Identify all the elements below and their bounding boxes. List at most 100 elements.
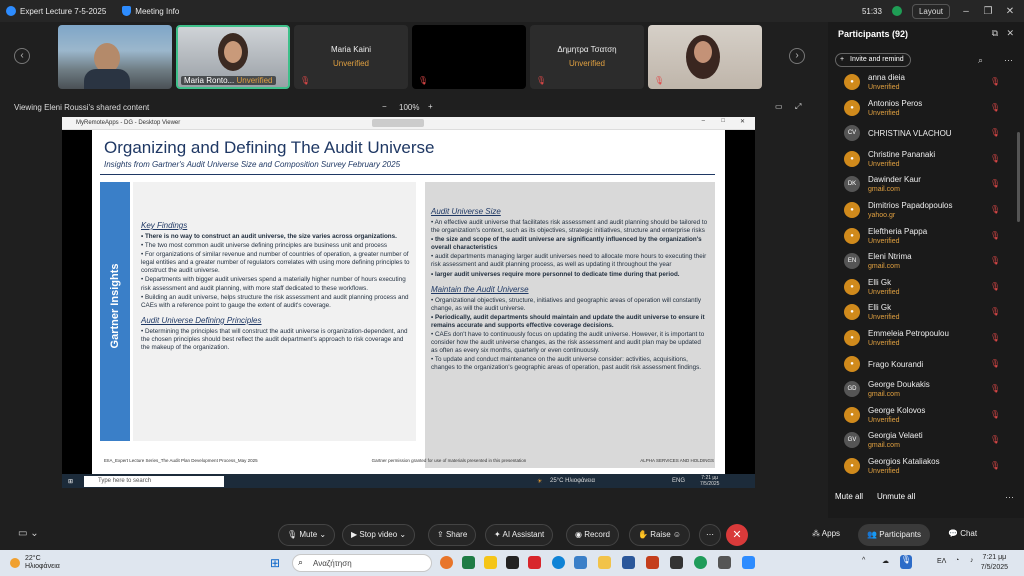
remote-minimize-icon[interactable]: – [702, 118, 705, 124]
invite-button[interactable]: + Invite and remind [835, 53, 911, 67]
more-icon[interactable]: ⋯ [1004, 55, 1013, 66]
video-tile[interactable]: 🎙︎ [412, 25, 526, 89]
close-panel-icon[interactable]: ✕ [1006, 28, 1014, 39]
muted-mic-icon[interactable]: 🎙︎ [990, 128, 1000, 137]
apps-button[interactable]: ⁂ Apps [804, 524, 848, 546]
zoom-out-icon[interactable]: − [382, 102, 387, 111]
chat-button[interactable]: 💬 Chat [940, 524, 985, 546]
unmute-all-button[interactable]: Unmute all [877, 492, 915, 501]
participant-row[interactable]: ● Dimitrios Papadopoulos yahoo.gr 🎙︎ [828, 198, 1024, 224]
zoom-in-icon[interactable]: + [428, 102, 433, 111]
more-toolbar-button[interactable]: ⋯ [699, 524, 721, 546]
firefox-icon[interactable] [440, 556, 453, 569]
muted-mic-icon[interactable]: 🎙︎ [990, 435, 1000, 444]
raise-hand-button[interactable]: ✋ Raise ☺ [629, 524, 691, 546]
word-icon[interactable] [622, 556, 635, 569]
network-icon[interactable]: ◔ [955, 557, 959, 564]
app-icon[interactable] [528, 556, 541, 569]
prev-page-icon[interactable]: ‹ [14, 48, 30, 64]
chrome-icon[interactable] [694, 556, 707, 569]
remote-toolbar-handle[interactable] [372, 119, 424, 127]
search-icon[interactable]: ⌕ [978, 55, 983, 66]
app-icon[interactable] [718, 556, 731, 569]
taskbar-search[interactable]: Αναζήτηση [292, 554, 432, 572]
stop-video-button[interactable]: ▶ Stop video ⌄ [342, 524, 416, 546]
participant-row[interactable]: DK Dawinder Kaur gmail.com 🎙︎ [828, 172, 1024, 198]
captions-icon[interactable]: ▭ ⌄ [18, 528, 39, 539]
participant-row[interactable]: ● George Kolovos Unverified 🎙︎ [828, 403, 1024, 429]
ai-assistant-button[interactable]: ✦ AI Assistant [485, 524, 554, 546]
muted-mic-icon[interactable]: 🎙︎ [990, 384, 1000, 393]
windows-start-icon[interactable]: ⊞ [68, 478, 73, 485]
volume-icon[interactable]: ♪ [970, 557, 974, 564]
popout-icon[interactable]: ⧉ [992, 28, 998, 39]
muted-mic-icon[interactable]: 🎙︎ [990, 256, 1000, 265]
app-icon[interactable] [670, 556, 683, 569]
video-tile-active-speaker[interactable]: Maria Ronto... Unverified [176, 25, 290, 89]
maximize-icon[interactable]: ❐ [982, 6, 994, 17]
participant-row[interactable]: GV Georgia Velaeti gmail.com 🎙︎ [828, 428, 1024, 454]
excel-icon[interactable] [462, 556, 475, 569]
participant-row[interactable]: ● Frago Kourandi 🎙︎ [828, 352, 1024, 378]
participant-row[interactable]: EN Eleni Ntrima gmail.com 🎙︎ [828, 249, 1024, 275]
participant-row[interactable]: ● Antonios Peros Unverified 🎙︎ [828, 96, 1024, 122]
video-tile[interactable]: Δημητρα Τσατση Unverified 🎙︎ [530, 25, 644, 89]
participant-row[interactable]: ● Elli Gk Unverified 🎙︎ [828, 275, 1024, 301]
more-options-icon[interactable]: ⋯ [1005, 492, 1014, 503]
muted-mic-icon[interactable]: 🎙︎ [990, 154, 1000, 163]
remote-maximize-icon[interactable]: □ [721, 118, 725, 124]
app-icon[interactable] [484, 556, 497, 569]
close-icon[interactable]: ✕ [1004, 6, 1016, 17]
muted-mic-icon[interactable]: 🎙︎ [990, 103, 1000, 112]
start-icon[interactable]: ⊞ [270, 556, 280, 570]
mic-tray-icon[interactable]: 🎙︎ [900, 555, 912, 569]
muted-mic-icon[interactable]: 🎙︎ [990, 333, 1000, 342]
participant-row[interactable]: ● Christine Pananaki Unverified 🎙︎ [828, 147, 1024, 173]
fullscreen-icon[interactable]: ⤢ [795, 102, 801, 112]
video-tile[interactable]: 🎙︎ [648, 25, 762, 89]
scrollbar[interactable] [1017, 132, 1020, 222]
remote-search-box[interactable]: Type here to search [84, 475, 224, 487]
participant-row[interactable]: ● Georgios Kataliakos Unverified 🎙︎ [828, 454, 1024, 480]
participant-row[interactable]: ● Eleftheria Pappa Unverified 🎙︎ [828, 224, 1024, 250]
mute-button[interactable]: 🎙︎ Mute ⌄ [278, 524, 336, 546]
participant-row[interactable]: GD George Doukakis gmail.com 🎙︎ [828, 377, 1024, 403]
muted-mic-icon[interactable]: 🎙︎ [990, 77, 1000, 86]
weather-widget[interactable]: 22°C Ηλιοφάνεια [10, 555, 60, 571]
participants-button[interactable]: 👥 Participants [858, 524, 930, 546]
edge-icon[interactable] [552, 556, 565, 569]
annotate-icon[interactable]: ▭ [775, 102, 783, 111]
shared-screen[interactable]: MyRemoteApps - DG - Desktop Viewer – □ ✕… [62, 117, 755, 488]
app-icon[interactable] [506, 556, 519, 569]
end-call-button[interactable]: ✕ [726, 524, 748, 546]
share-button[interactable]: ⇪ Share [428, 524, 477, 546]
video-tile[interactable]: Maria Kaini Unverified 🎙︎ [294, 25, 408, 89]
meeting-info-button[interactable]: Meeting Info [122, 6, 179, 16]
minimize-icon[interactable]: – [960, 6, 972, 17]
remote-close-icon[interactable]: ✕ [740, 118, 745, 125]
participant-row[interactable]: ● anna dieia Unverified 🎙︎ [828, 70, 1024, 96]
muted-mic-icon[interactable]: 🎙︎ [990, 231, 1000, 240]
participant-row[interactable]: ● Elli Gk Unverified 🎙︎ [828, 300, 1024, 326]
video-tile[interactable] [58, 25, 172, 89]
app-icon[interactable] [574, 556, 587, 569]
muted-mic-icon[interactable]: 🎙︎ [990, 410, 1000, 419]
taskbar-clock[interactable]: 7:21 μμ 7/5/2025 [981, 553, 1008, 573]
powerpoint-icon[interactable] [646, 556, 659, 569]
participant-row[interactable]: CV CHRISTINA VLACHOU 🎙︎ [828, 121, 1024, 147]
muted-mic-icon[interactable]: 🎙︎ [990, 205, 1000, 214]
muted-mic-icon[interactable]: 🎙︎ [990, 307, 1000, 316]
muted-mic-icon[interactable]: 🎙︎ [990, 359, 1000, 368]
next-page-icon[interactable]: › [789, 48, 805, 64]
zoom-taskbar-icon[interactable] [742, 556, 755, 569]
muted-mic-icon[interactable]: 🎙︎ [990, 282, 1000, 291]
onedrive-icon[interactable]: ☁ [882, 557, 889, 565]
mute-all-button[interactable]: Mute all [835, 492, 863, 501]
tray-chevron-icon[interactable]: ^ [862, 557, 865, 564]
participant-row[interactable]: ● Emmeleia Petropoulou Unverified 🎙︎ [828, 326, 1024, 352]
record-button[interactable]: ◉ Record [566, 524, 619, 546]
muted-mic-icon[interactable]: 🎙︎ [990, 179, 1000, 188]
muted-mic-icon[interactable]: 🎙︎ [990, 461, 1000, 470]
layout-button[interactable]: Layout [911, 3, 950, 19]
file-explorer-icon[interactable] [598, 556, 611, 569]
